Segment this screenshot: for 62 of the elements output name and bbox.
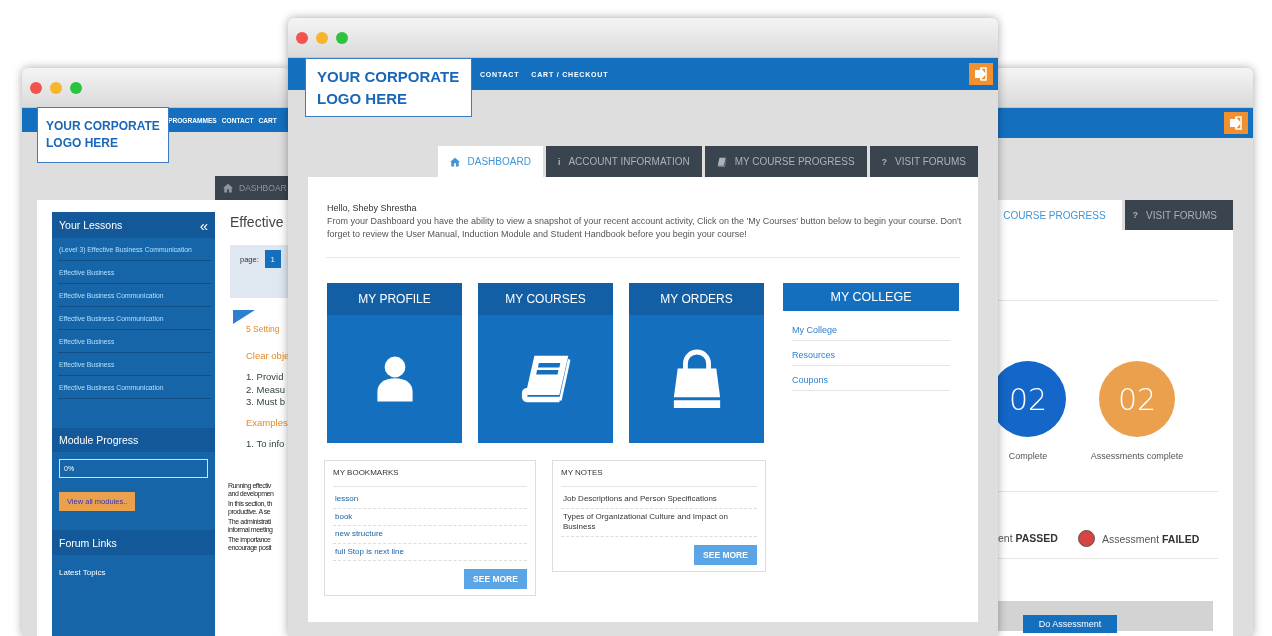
document-text: 2. Measu [246,383,287,396]
bookmark-link[interactable]: lesson [333,491,527,509]
logout-button[interactable] [969,63,993,85]
see-more-button[interactable]: SEE MORE [694,544,757,565]
home-icon [223,183,233,193]
sidebar-title: Your Lessons [59,219,123,231]
tab[interactable]: i ACCOUNT INFORMATION [545,146,702,177]
legend-text: ent PASSED [998,532,1058,544]
corner-icon [233,310,255,324]
dashboard-tile[interactable]: MY PROFILE [327,283,462,443]
tab[interactable]: ? VISIT FORUMS [1124,200,1233,230]
document-text: 5 Setting [246,324,281,334]
panel-header: MY COLLEGE [783,283,959,311]
bookmark-link[interactable]: new structure [333,526,527,544]
stat-label: Assessments complete [1090,451,1184,461]
tab-icon: i [557,156,561,167]
close-button[interactable] [30,81,42,94]
minimize-button[interactable] [316,31,328,44]
document-text: 3. Must b [246,396,287,409]
tab[interactable]: DASHBOARD [437,146,543,177]
see-more-button[interactable]: SEE MORE [464,569,527,589]
book-icon [716,156,727,167]
document-text: Examples [246,416,288,428]
assessment-button[interactable]: Do Assessment [1023,615,1117,633]
tab[interactable]: DASHBOAR [215,176,290,200]
greeting-text: Hello, Sheby Shrestha [327,203,418,213]
person-icon [374,355,415,403]
note-link[interactable]: Types of Organizational Culture and Impact on Business [561,508,757,537]
document-text: 1. Provid [246,371,285,384]
stat-label: Complete [1008,451,1048,461]
college-link[interactable]: Coupons [792,366,950,391]
note-link[interactable]: Job Descriptions and Person Specifications [561,491,757,509]
stat-circle: 02 [1099,361,1175,437]
college-link[interactable]: Resources [792,341,950,366]
logo: YOUR CORPORATE LOGO HERE [305,58,472,117]
document-text: 1. To info [246,437,286,450]
college-link[interactable]: My College [792,311,950,341]
bookmark-link[interactable]: book [333,508,527,526]
intro-text: From your Dashboard you have the ability to view a snapshot of your recent account activity, Click on the 'My Courses' button below to begin your course. Don't forget to review the User Manual, Induction Module and Student Handbook before you begin your course! [327,215,963,241]
tab[interactable]: MY COURSE PROGRESS [704,146,867,177]
dashboard-tile[interactable]: MY COURSES [478,283,613,443]
logo: YOUR CORPORATE LOGO HERE [37,107,169,163]
bookmark-link[interactable]: full Stop is next line [333,543,527,561]
section-header: Forum Links [52,530,215,555]
maximize-button[interactable] [336,31,348,44]
section-header: Module Progress [52,428,215,452]
panel-title: MY NOTES [561,468,757,487]
panel-title: MY BOOKMARKS [333,468,527,487]
tab[interactable]: ? VISIT FORUMS [869,146,978,177]
tab[interactable]: COURSE PROGRESS [995,200,1122,230]
home-icon [449,156,460,167]
collapse-button[interactable]: « [199,216,208,234]
maximize-button[interactable] [70,81,82,94]
tab-icon: ? [1132,210,1139,220]
dashboard-tile[interactable]: MY ORDERS [629,283,764,443]
close-button[interactable] [296,31,308,44]
tab-icon: ? [881,156,888,167]
logout-button[interactable] [1224,112,1248,134]
legend-text: Assessment FAILED [1101,532,1200,545]
forum-link[interactable]: Latest Topics [59,568,215,577]
minimize-button[interactable] [50,81,62,94]
page-heading: Effective [230,214,285,230]
